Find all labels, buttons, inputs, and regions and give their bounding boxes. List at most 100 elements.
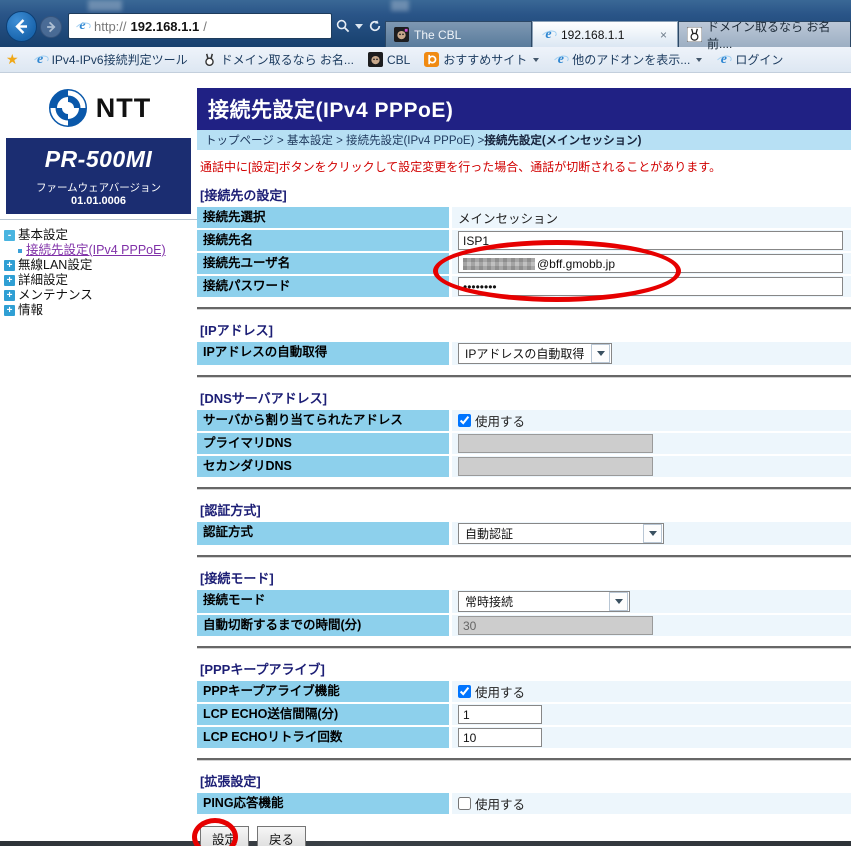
tab-close-icon[interactable]: × [658, 28, 669, 42]
favorite-show-addons[interactable]: e 他のアドオンを表示... [553, 51, 702, 68]
lcp-echo-interval-input[interactable] [458, 705, 542, 724]
favorite-ipv4-ipv6-tool[interactable]: e IPv4-IPv6接続判定ツール [33, 51, 188, 68]
checkbox-label: 使用する [475, 682, 525, 701]
button-row: 設定 戻る [200, 826, 851, 846]
menu-label: 基本設定 [18, 228, 68, 243]
ie-favicon-icon: e [33, 52, 48, 67]
row-primary-dns: プライマリDNS [197, 433, 851, 454]
auto-disconnect-input[interactable] [458, 616, 653, 635]
refresh-icon[interactable] [368, 19, 382, 33]
section-title-connection: [接続先の設定] [200, 187, 851, 204]
menu-label: 無線LAN設定 [18, 258, 92, 273]
section-divider [197, 555, 851, 558]
section-divider [197, 487, 851, 490]
favorites-bar: ★ e IPv4-IPv6接続判定ツール ドメイン取るなら お名... CBL [0, 47, 851, 73]
favorite-login[interactable]: e ログイン [716, 51, 783, 68]
session-value: メインセッション [458, 208, 558, 227]
field-label: 接続先選択 [197, 207, 449, 228]
select-value: 自動認証 [459, 525, 519, 542]
section-connection: 接続先選択 メインセッション 接続先名 接続先ユーザ名 @bff.gmobb.j… [197, 207, 851, 297]
menu-basic-settings[interactable]: - 基本設定 [4, 228, 197, 243]
tab-active-192-168-1-1[interactable]: e 192.168.1.1 × [532, 21, 678, 47]
menu-link-label[interactable]: 接続先設定(IPv4 PPPoE) [26, 243, 166, 258]
field-label: 自動切断するまでの時間(分) [197, 615, 449, 636]
row-auth-method: 認証方式 自動認証 [197, 522, 851, 545]
cbl-favicon-icon [394, 27, 409, 42]
section-extended: PING応答機能 使用する [197, 793, 851, 814]
expand-icon[interactable]: + [4, 290, 15, 301]
username-domain: @bff.gmobb.jp [537, 257, 615, 271]
section-title-ppp-keepalive: [PPPキープアライブ] [200, 661, 851, 678]
field-label: LCP ECHOリトライ回数 [197, 727, 449, 748]
field-label: PING応答機能 [197, 793, 449, 814]
ping-response-checkbox[interactable] [458, 797, 471, 810]
connect-mode-select[interactable]: 常時接続 [458, 591, 630, 612]
row-username: 接続先ユーザ名 @bff.gmobb.jp [197, 253, 851, 274]
tab-label: 192.168.1.1 [561, 28, 624, 42]
back-page-button[interactable]: 戻る [257, 826, 306, 846]
collapse-icon[interactable]: - [4, 230, 15, 241]
back-button[interactable] [6, 11, 37, 42]
menu-maintenance[interactable]: + メンテナンス [4, 288, 197, 303]
menu-information[interactable]: + 情報 [4, 303, 197, 318]
section-connect-mode: 接続モード 常時接続 自動切断するまでの時間(分) [197, 590, 851, 636]
username-input[interactable]: @bff.gmobb.jp [458, 254, 843, 273]
field-label: LCP ECHO送信間隔(分) [197, 704, 449, 725]
tab-label: ドメイン取るなら お名前.... [707, 18, 842, 52]
submit-button[interactable]: 設定 [200, 826, 249, 846]
password-input[interactable] [458, 277, 843, 296]
url-host: 192.168.1.1 [131, 19, 200, 34]
primary-dns-input[interactable] [458, 434, 653, 453]
keepalive-checkbox[interactable] [458, 685, 471, 698]
secondary-dns-input[interactable] [458, 457, 653, 476]
connection-name-input[interactable] [458, 231, 843, 250]
url-scheme: http:// [94, 19, 127, 34]
field-label: 接続先名 [197, 230, 449, 251]
lcp-echo-retry-input[interactable] [458, 728, 542, 747]
ie-favicon-icon: e [541, 27, 556, 42]
dns-auto-checkbox[interactable] [458, 414, 471, 427]
tab-onamae[interactable]: ドメイン取るなら お名前.... [678, 21, 851, 47]
favorite-onamae[interactable]: ドメイン取るなら お名... [202, 51, 354, 68]
menu-connection-settings-link[interactable]: 接続先設定(IPv4 PPPoE) [18, 243, 197, 258]
warning-text: 通話中に[設定]ボタンをクリックして設定変更を行った場合、通話が切断されることが… [200, 158, 851, 175]
tab-the-cbl[interactable]: The CBL [385, 21, 532, 47]
forward-button[interactable] [40, 16, 62, 38]
firmware-label: ファームウェアバージョン [8, 180, 189, 195]
favorite-cbl[interactable]: CBL [368, 52, 410, 67]
dropdown-caret-icon [696, 58, 702, 62]
menu-label: 詳細設定 [18, 273, 68, 288]
glass-highlight [88, 0, 122, 11]
menu-advanced-settings[interactable]: + 詳細設定 [4, 273, 197, 288]
sidebar-menu: - 基本設定 接続先設定(IPv4 PPPoE) + 無線LAN設定 + 詳細設… [4, 228, 197, 318]
favorites-star-icon[interactable]: ★ [6, 51, 19, 68]
search-icon[interactable] [336, 19, 350, 33]
auth-method-select[interactable]: 自動認証 [458, 523, 664, 544]
select-arrow-icon [591, 344, 610, 363]
favorite-suggested-sites[interactable]: おすすめサイト [424, 51, 539, 68]
ie-favicon-icon: e [553, 52, 568, 67]
search-options-caret-icon[interactable] [355, 24, 363, 29]
ip-auto-select[interactable]: IPアドレスの自動取得 [458, 343, 612, 364]
expand-icon[interactable]: + [4, 275, 15, 286]
browser-window: e http://192.168.1.1/ Th [0, 0, 851, 846]
cbl-favicon-icon [368, 52, 383, 67]
favorite-label: 他のアドオンを表示... [572, 51, 690, 68]
breadcrumb-current: 接続先設定(メインセッション) [484, 132, 641, 148]
sidebar-divider [0, 219, 197, 220]
section-dns: サーバから割り当てられたアドレス 使用する プライマリDNS セカンダリDNS [197, 410, 851, 477]
menu-wireless-lan[interactable]: + 無線LAN設定 [4, 258, 197, 273]
main-content: 接続先設定(IPv4 PPPoE) トップページ > 基本設定 > 接続先設定(… [197, 73, 851, 841]
address-bar[interactable]: e http://192.168.1.1/ [68, 13, 332, 39]
firmware-version: 01.01.0006 [8, 195, 189, 207]
field-label: サーバから割り当てられたアドレス [197, 410, 449, 431]
section-ip-address: IPアドレスの自動取得 IPアドレスの自動取得 [197, 342, 851, 365]
select-value: IPアドレスの自動取得 [459, 345, 590, 362]
field-label: IPアドレスの自動取得 [197, 342, 449, 365]
ntt-logo: NTT [0, 86, 197, 130]
expand-icon[interactable]: + [4, 305, 15, 316]
row-ip-auto: IPアドレスの自動取得 IPアドレスの自動取得 [197, 342, 851, 365]
field-label: セカンダリDNS [197, 456, 449, 477]
expand-icon[interactable]: + [4, 260, 15, 271]
field-label: 接続パスワード [197, 276, 449, 297]
